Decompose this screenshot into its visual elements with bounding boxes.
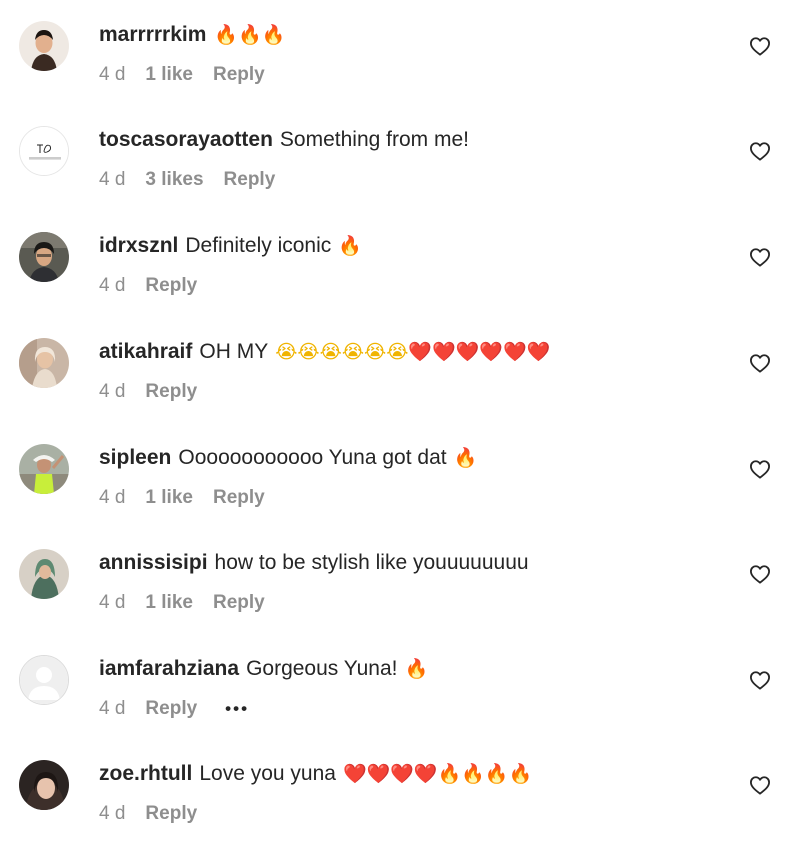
comment-text: Oooooooooooo Yuna got dat: [178, 446, 447, 469]
comment-meta: 4 d Reply: [99, 380, 217, 404]
avatar[interactable]: [19, 549, 69, 599]
comment-time[interactable]: 4 d: [99, 591, 125, 615]
comment-text-line: iamfarahziana Gorgeous Yuna! 🔥: [99, 654, 428, 684]
more-options-icon[interactable]: •••: [225, 697, 249, 721]
comment-meta: 4 d 1 like Reply: [99, 486, 285, 510]
comment-emoji: ❤️❤️❤️❤️🔥🔥🔥🔥: [342, 763, 533, 785]
comment-time[interactable]: 4 d: [99, 168, 125, 192]
comment-username[interactable]: atikahraif: [99, 337, 192, 367]
comment-time[interactable]: 4 d: [99, 274, 125, 298]
comment-text-line: zoe.rhtull Love you yuna ❤️❤️❤️❤️🔥🔥🔥🔥: [99, 759, 532, 789]
comment-username[interactable]: toscasorayaotten: [99, 125, 273, 155]
comment-emoji: 🔥: [404, 658, 429, 680]
heart-outline-icon[interactable]: [749, 247, 771, 267]
heart-outline-icon[interactable]: [749, 459, 771, 479]
heart-outline-icon[interactable]: [749, 564, 771, 584]
comment-username[interactable]: marrrrrkim: [99, 20, 206, 50]
comment-text-line: idrxsznl Definitely iconic 🔥: [99, 231, 362, 261]
comment-meta: 4 d 1 like Reply: [99, 63, 285, 87]
comment-item: zoe.rhtull Love you yuna ❤️❤️❤️❤️🔥🔥🔥🔥 4 …: [0, 739, 788, 839]
comment-likes-count[interactable]: 3 likes: [145, 168, 203, 192]
comment-text: Definitely iconic: [185, 234, 332, 257]
heart-outline-icon[interactable]: [749, 353, 771, 373]
comment-item: sipleen Oooooooooooo Yuna got dat 🔥 4 d …: [0, 423, 788, 523]
comment-time[interactable]: 4 d: [99, 697, 125, 721]
comment-likes-count[interactable]: 1 like: [145, 591, 193, 615]
reply-button[interactable]: Reply: [145, 274, 197, 298]
reply-button[interactable]: Reply: [213, 63, 265, 87]
reply-button[interactable]: Reply: [145, 802, 197, 826]
comment-likes-count[interactable]: 1 like: [145, 63, 193, 87]
avatar[interactable]: [19, 21, 69, 71]
comment-item: iamfarahziana Gorgeous Yuna! 🔥 4 d Reply…: [0, 634, 788, 734]
avatar-logo-text: [29, 157, 61, 160]
comment-meta: 4 d 1 like Reply: [99, 591, 285, 615]
comment-username[interactable]: zoe.rhtull: [99, 759, 192, 789]
heart-outline-icon[interactable]: [749, 141, 771, 161]
comment-meta: 4 d Reply •••: [99, 697, 249, 721]
comment-item: toscasorayaotten Something from me! 4 d …: [0, 105, 788, 205]
reply-button[interactable]: Reply: [145, 380, 197, 404]
heart-outline-icon[interactable]: [749, 36, 771, 56]
reply-button[interactable]: Reply: [145, 697, 197, 721]
comment-time[interactable]: 4 d: [99, 802, 125, 826]
comment-text: how to be stylish like youuuuuuuu: [214, 551, 529, 574]
comment-meta: 4 d Reply: [99, 802, 217, 826]
comment-text: OH MY: [199, 340, 269, 363]
comment-text-line: atikahraif OH MY 😭😭😭😭😭😭❤️❤️❤️❤️❤️❤️: [99, 337, 550, 367]
comment-item: annissisipi how to be stylish like youuu…: [0, 528, 788, 628]
comment-text-line: sipleen Oooooooooooo Yuna got dat 🔥: [99, 443, 477, 473]
avatar[interactable]: [19, 338, 69, 388]
comment-time[interactable]: 4 d: [99, 380, 125, 404]
comment-meta: 4 d 3 likes Reply: [99, 168, 295, 192]
comment-emoji: 🔥: [453, 447, 478, 469]
comment-username[interactable]: sipleen: [99, 443, 171, 473]
comment-likes-count[interactable]: 1 like: [145, 486, 193, 510]
comment-text: Love you yuna: [199, 762, 336, 785]
comment-time[interactable]: 4 d: [99, 63, 125, 87]
comment-item: atikahraif OH MY 😭😭😭😭😭😭❤️❤️❤️❤️❤️❤️ 4 d …: [0, 317, 788, 417]
comment-username[interactable]: idrxsznl: [99, 231, 178, 261]
comment-item: marrrrrkim 🔥🔥🔥 4 d 1 like Reply: [0, 0, 788, 100]
comment-text: Gorgeous Yuna!: [246, 657, 398, 680]
avatar[interactable]: [19, 760, 69, 810]
avatar[interactable]: [19, 126, 69, 176]
reply-button[interactable]: Reply: [224, 168, 276, 192]
comment-emoji: 🔥: [338, 235, 362, 257]
comment-item: idrxsznl Definitely iconic 🔥 4 d Reply: [0, 211, 788, 311]
comment-text-line: annissisipi how to be stylish like youuu…: [99, 548, 529, 578]
comment-time[interactable]: 4 d: [99, 486, 125, 510]
reply-button[interactable]: Reply: [213, 486, 265, 510]
comment-meta: 4 d Reply: [99, 274, 217, 298]
avatar[interactable]: [19, 444, 69, 494]
default-avatar-icon[interactable]: [19, 655, 69, 705]
comment-text: Something from me!: [279, 128, 469, 151]
heart-outline-icon[interactable]: [749, 775, 771, 795]
avatar[interactable]: [19, 232, 69, 282]
comment-emoji: 😭😭😭😭😭😭❤️❤️❤️❤️❤️❤️: [275, 341, 551, 363]
comment-text-line: marrrrrkim 🔥🔥🔥: [99, 20, 285, 50]
heart-outline-icon[interactable]: [749, 670, 771, 690]
comment-username[interactable]: iamfarahziana: [99, 654, 239, 684]
comment-text-line: toscasorayaotten Something from me!: [99, 125, 469, 155]
comment-emoji: 🔥🔥🔥: [214, 24, 286, 46]
comment-username[interactable]: annissisipi: [99, 548, 208, 578]
reply-button[interactable]: Reply: [213, 591, 265, 615]
